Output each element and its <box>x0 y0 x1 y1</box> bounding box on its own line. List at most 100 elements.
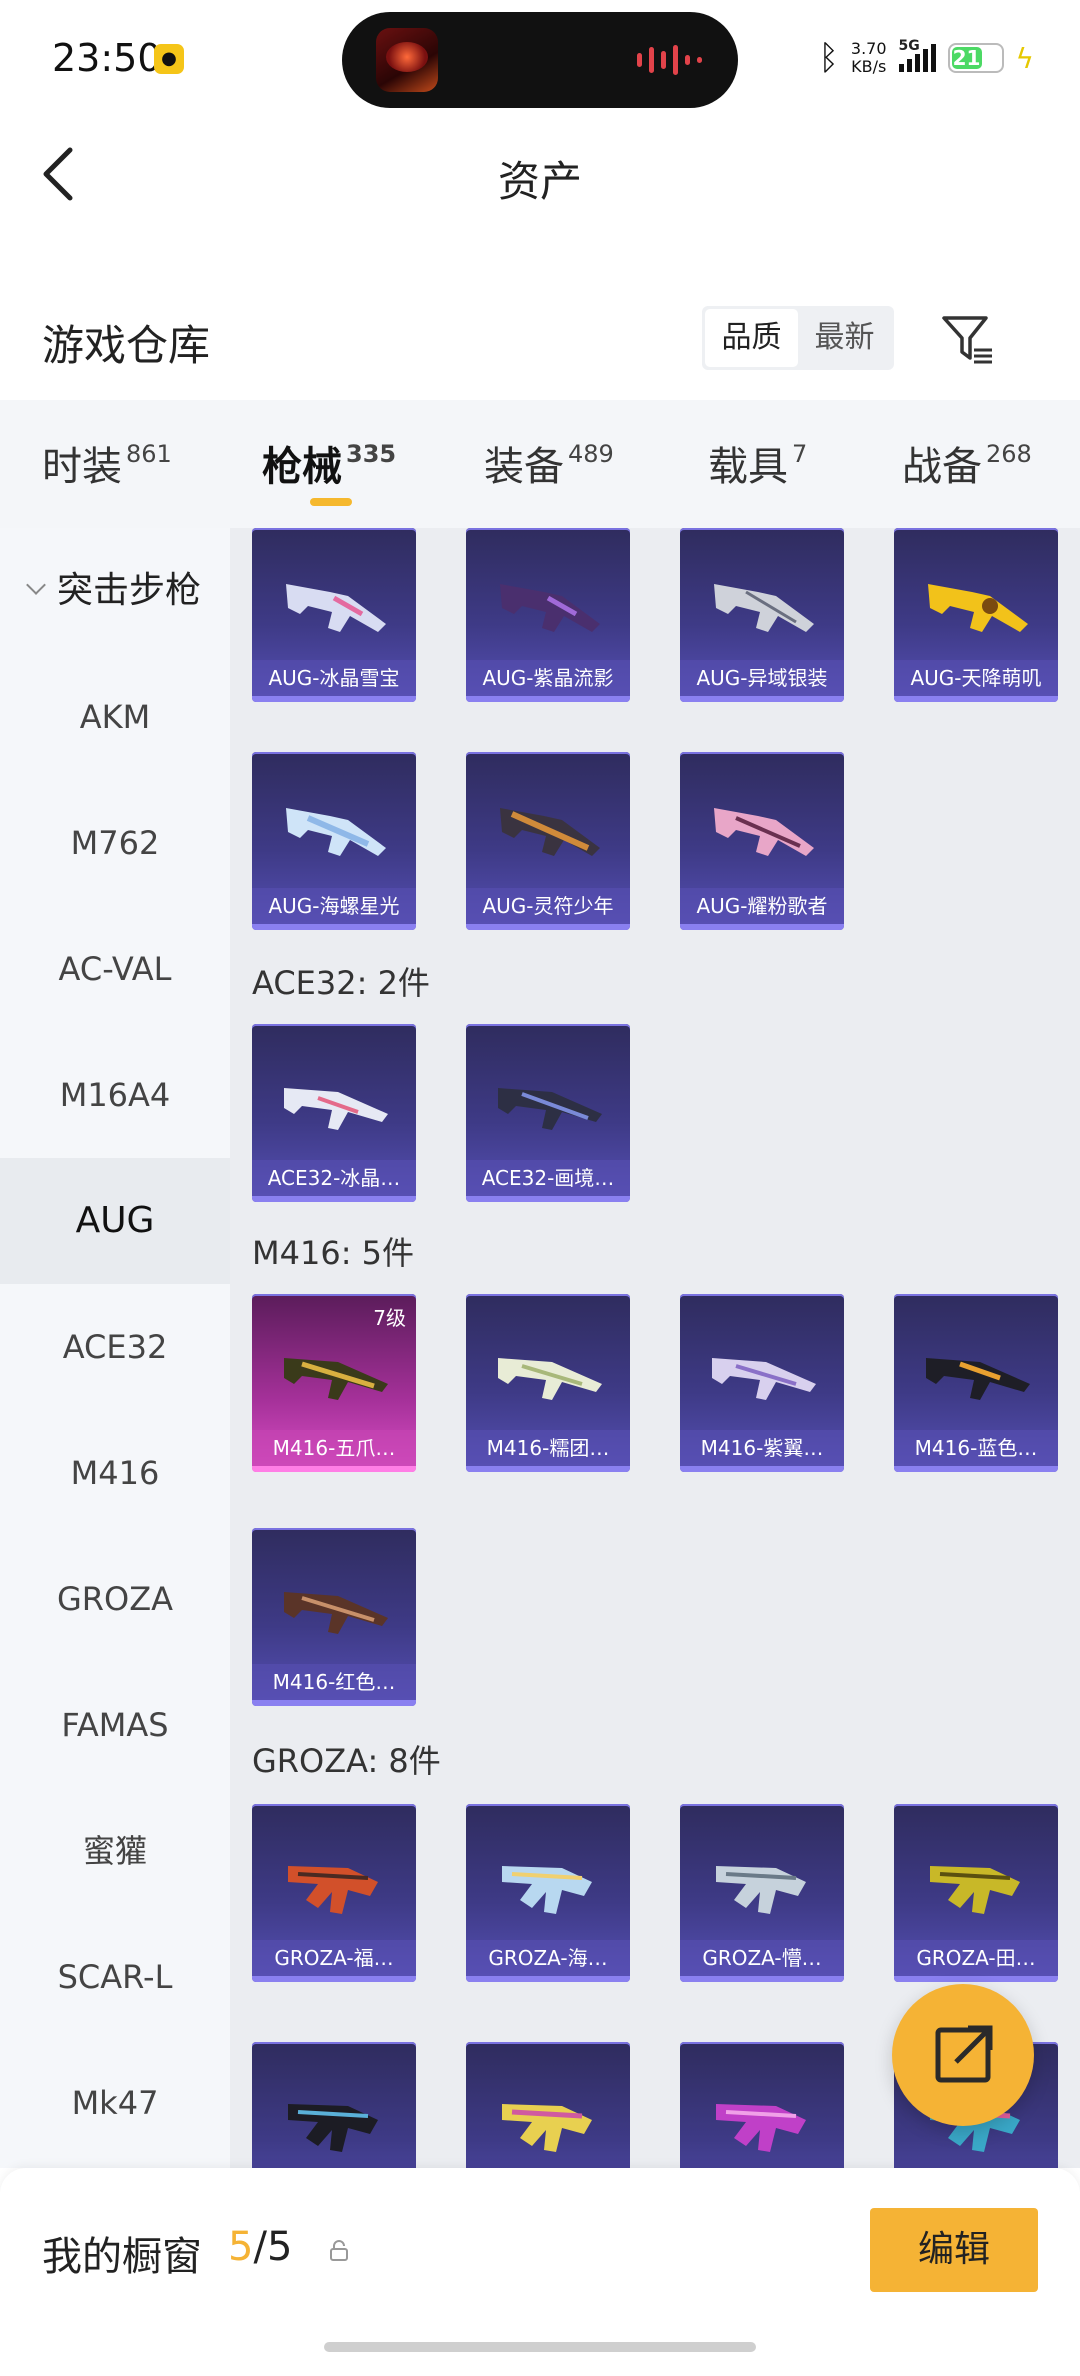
gun-skin-icon <box>498 1358 602 1400</box>
network-speed-unit: KB/s <box>851 57 887 76</box>
sidebar-item-m16a4[interactable]: M16A4 <box>0 1032 230 1158</box>
page-title: 资产 <box>497 157 582 206</box>
item-card[interactable]: AUG-紫晶流影 <box>466 528 630 702</box>
item-card[interactable] <box>466 2042 630 2168</box>
network-type: 5G <box>898 38 920 54</box>
sidebar-item-akm[interactable]: AKM <box>0 654 230 780</box>
tab-count: 7 <box>792 440 808 468</box>
sidebar-item-m762[interactable]: M762 <box>0 780 230 906</box>
filter-icon[interactable] <box>940 312 996 368</box>
sidebar-item-scar-l[interactable]: SCAR-L <box>0 1914 230 2040</box>
item-card[interactable]: 7级 M416-五爪… <box>252 1294 416 1472</box>
item-card[interactable]: ACE32-画境… <box>466 1024 630 1202</box>
item-name: M416-糯团… <box>466 1430 630 1466</box>
rarity-stripe <box>466 696 630 702</box>
item-name: AUG-耀粉歌者 <box>680 888 844 924</box>
sidebar-item-m416[interactable]: M416 <box>0 1410 230 1536</box>
status-bar: 23:50 ● ᛒ 3.70 KB/s 5G 21 ϟ <box>0 0 1080 120</box>
item-card[interactable]: M416-糯团… <box>466 1294 630 1472</box>
battery-level: 21 <box>951 46 982 70</box>
gun-skin-icon <box>928 584 1028 632</box>
item-card[interactable] <box>252 2042 416 2168</box>
item-card[interactable]: GROZA-福… <box>252 1804 416 1982</box>
item-card[interactable]: M416-紫翼… <box>680 1294 844 1472</box>
item-card[interactable]: AUG-冰晶雪宝 <box>252 528 416 702</box>
item-card[interactable] <box>680 2042 844 2168</box>
level-badge: 7级 <box>373 1306 406 1330</box>
item-name: ACE32-冰晶… <box>252 1160 416 1196</box>
rarity-stripe <box>680 1976 844 1982</box>
rarity-stripe <box>680 1466 844 1472</box>
category-tabs: 时装 861 枪械 335 装备 489 载具 7 战备 268 <box>0 400 1080 528</box>
item-name: AUG-紫晶流影 <box>466 660 630 696</box>
gun-skin-icon <box>284 1358 388 1400</box>
tab-equipment[interactable]: 装备 489 <box>484 434 614 492</box>
tab-count: 489 <box>568 440 614 468</box>
sort-toggle: 品质 最新 <box>702 306 894 370</box>
tab-label: 装备 <box>484 444 564 490</box>
sidebar-item-famas[interactable]: FAMAS <box>0 1662 230 1788</box>
sort-quality-button[interactable]: 品质 <box>705 309 798 367</box>
dynamic-island[interactable] <box>342 12 738 108</box>
share-fab-button[interactable] <box>892 1984 1034 2126</box>
gun-skin-icon <box>926 1358 1030 1400</box>
gun-skin-icon <box>500 808 600 856</box>
rarity-stripe <box>894 696 1058 702</box>
edit-button[interactable]: 编辑 <box>870 2208 1038 2292</box>
lock-icon <box>330 2240 348 2261</box>
item-name: AUG-天降萌叽 <box>894 660 1058 696</box>
rarity-stripe <box>466 1466 630 1472</box>
item-name: M416-紫翼… <box>680 1430 844 1466</box>
warehouse-title: 游戏仓库 <box>42 321 211 370</box>
showcase-count: 5/5 <box>228 2224 292 2270</box>
item-card[interactable]: GROZA-海… <box>466 1804 630 1982</box>
sidebar-category-assault-rifle[interactable]: 突击步枪 <box>0 528 230 654</box>
battery-icon: 21 <box>947 43 1004 73</box>
tab-fashion[interactable]: 时装 861 <box>42 434 172 492</box>
sidebar-item-honey-badger[interactable]: 蜜獾 <box>0 1788 230 1914</box>
network-speed: 3.70 KB/s <box>851 40 887 76</box>
gun-skin-icon <box>288 2104 378 2152</box>
gun-skin-icon <box>930 1866 1020 1914</box>
sidebar-item-groza[interactable]: GROZA <box>0 1536 230 1662</box>
item-card[interactable]: AUG-天降萌叽 <box>894 528 1058 702</box>
tab-vehicles[interactable]: 载具 7 <box>708 434 807 492</box>
sidebar-item-mk47[interactable]: Mk47 <box>0 2040 230 2166</box>
tab-firearms[interactable]: 枪械 335 <box>262 434 396 492</box>
gun-skin-icon <box>712 1358 816 1400</box>
tab-label: 战备 <box>902 444 982 490</box>
item-name: M416-五爪… <box>252 1430 416 1466</box>
gun-skin-icon <box>502 2104 592 2152</box>
tab-label: 时装 <box>42 444 122 490</box>
item-card[interactable]: AUG-耀粉歌者 <box>680 752 844 930</box>
item-card[interactable]: M416-红色… <box>252 1528 416 1706</box>
item-card[interactable]: ACE32-冰晶… <box>252 1024 416 1202</box>
item-card[interactable]: GROZA-懵… <box>680 1804 844 1982</box>
signal-icon: 5G <box>898 38 936 72</box>
rarity-stripe <box>252 696 416 702</box>
home-indicator[interactable] <box>324 2342 756 2352</box>
app-notification-icon: ● <box>154 44 184 74</box>
sidebar-item-ac-val[interactable]: AC-VAL <box>0 906 230 1032</box>
gun-skin-icon <box>286 584 386 632</box>
item-card[interactable]: AUG-灵符少年 <box>466 752 630 930</box>
status-time: 23:50 <box>52 36 162 80</box>
gun-skin-icon <box>284 1088 388 1130</box>
item-grid: AUG-冰晶雪宝 AUG-紫晶流影 AUG-异域银装 AUG-天降萌叽 AUG-… <box>230 528 1080 2168</box>
tab-label: 载具 <box>708 444 788 490</box>
sidebar-item-aug[interactable]: AUG <box>0 1158 230 1284</box>
sidebar-item-ace32[interactable]: ACE32 <box>0 1284 230 1410</box>
gun-skin-icon <box>716 2104 806 2152</box>
sort-newest-button[interactable]: 最新 <box>798 309 891 367</box>
item-card[interactable]: GROZA-田… <box>894 1804 1058 1982</box>
item-card[interactable]: M416-蓝色… <box>894 1294 1058 1472</box>
charging-icon: ϟ <box>1015 41 1034 75</box>
tab-supplies[interactable]: 战备 268 <box>902 434 1032 492</box>
item-card[interactable]: AUG-异域银装 <box>680 528 844 702</box>
gun-skin-icon <box>498 1088 602 1130</box>
item-name: AUG-异域银装 <box>680 660 844 696</box>
item-card[interactable]: AUG-海螺星光 <box>252 752 416 930</box>
gun-skin-icon <box>502 1866 592 1914</box>
network-speed-value: 3.70 <box>850 39 887 58</box>
rarity-stripe <box>252 1976 416 1982</box>
